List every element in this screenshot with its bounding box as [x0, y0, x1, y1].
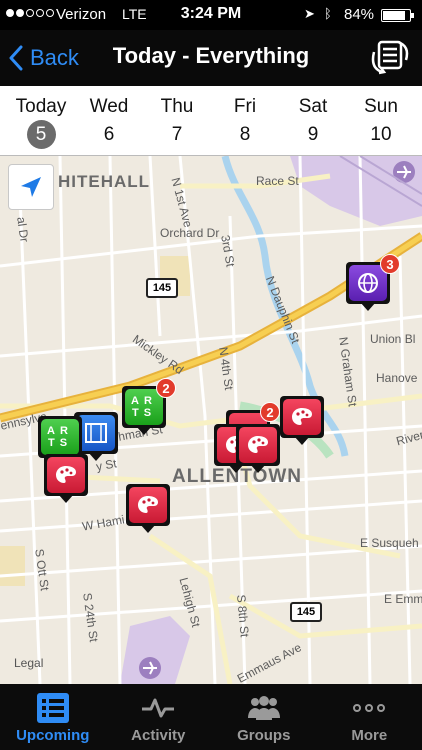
list-swap-icon: [371, 40, 409, 75]
arts-label-bottom: TS: [131, 407, 157, 419]
arts-label-top: AR: [131, 395, 157, 407]
legal-link[interactable]: Legal: [14, 656, 43, 670]
event-count-badge: 2: [260, 402, 280, 422]
day-number: 7: [171, 124, 183, 145]
page-title: Today - Everything: [112, 43, 310, 68]
palette-icon: [47, 457, 85, 493]
tab-label: Upcoming: [16, 727, 90, 744]
day-name: Fri: [233, 96, 257, 117]
film-icon: [77, 415, 115, 451]
day-selector: Today 5 Wed 6 Thu 7 Fri 8 Sat 9 Sun 10: [0, 86, 422, 156]
tab-label: Activity: [131, 727, 186, 744]
status-bar: Verizon LTE 3:24 PM ➤ ᛒ 84%: [0, 0, 422, 30]
day-sat[interactable]: Sat 9: [280, 86, 346, 155]
palette-icon: [239, 427, 277, 463]
tab-upcoming[interactable]: Upcoming: [0, 684, 106, 750]
locate-me-button[interactable]: [8, 164, 54, 210]
tab-activity[interactable]: Activity: [106, 684, 212, 750]
day-thu[interactable]: Thu 7: [144, 86, 210, 155]
street-label: Race St: [256, 174, 299, 188]
event-pin-arts[interactable]: AR TS 2: [122, 378, 176, 436]
route-shield-icon: 145: [146, 278, 178, 298]
street-label: Orchard Dr: [160, 226, 220, 240]
tab-label: More: [351, 727, 388, 744]
groups-icon: [244, 692, 284, 724]
palette-icon: [129, 487, 167, 523]
bluetooth-icon: ᛒ: [324, 6, 332, 21]
arts-icon: AR TS: [41, 419, 79, 455]
day-name: Today: [15, 96, 67, 117]
event-pin-palette[interactable]: [280, 396, 324, 446]
day-number: 10: [370, 124, 392, 145]
more-icon: [349, 692, 389, 724]
navigation-bar: Back Today - Everything: [0, 30, 422, 86]
tab-label: Groups: [237, 727, 291, 744]
arts-icon: AR TS: [125, 389, 163, 425]
event-pin-palette[interactable]: [44, 454, 88, 504]
arts-label-bottom: TS: [47, 437, 73, 449]
event-pin-globe[interactable]: 3: [346, 254, 400, 312]
event-pin-palette[interactable]: [236, 424, 280, 474]
day-wed[interactable]: Wed 6: [76, 86, 142, 155]
event-count-badge: 3: [380, 254, 400, 274]
arts-label-top: AR: [47, 425, 73, 437]
battery-percent: 84%: [344, 6, 375, 23]
street-label: Hanove: [376, 371, 418, 385]
district-label: HITEHALL: [58, 172, 151, 191]
day-name: Sun: [364, 96, 398, 117]
events-map[interactable]: Race St N 1st Ave Orchard Dr 3rd St N Da…: [0, 156, 422, 684]
event-pin-palette[interactable]: [126, 484, 170, 534]
event-count-badge: 2: [156, 378, 176, 398]
globe-icon: [349, 265, 387, 301]
tab-groups[interactable]: Groups: [211, 684, 317, 750]
street-label: E Emm: [384, 592, 422, 606]
day-name: Sat: [298, 96, 328, 117]
day-number: 6: [103, 124, 115, 145]
pulse-icon: [138, 692, 178, 724]
battery-icon: [381, 9, 414, 22]
street-label: E Susqueh: [360, 536, 419, 550]
day-today[interactable]: Today 5: [8, 86, 74, 155]
day-number: 9: [307, 124, 319, 145]
location-arrow-icon: ➤: [304, 6, 315, 21]
tab-bar: Upcoming Activity Groups More: [0, 684, 422, 750]
palette-icon: [283, 399, 321, 435]
day-number: 5: [26, 120, 56, 149]
list-icon: [33, 692, 73, 724]
street-label: Union Bl: [370, 332, 416, 346]
day-name: Thu: [160, 96, 194, 117]
navigation-arrow-icon: [21, 177, 41, 197]
day-fri[interactable]: Fri 8: [212, 86, 278, 155]
route-shield-icon: 145: [290, 602, 322, 622]
day-name: Wed: [89, 96, 129, 117]
day-sun[interactable]: Sun 10: [348, 86, 414, 155]
list-toggle-button[interactable]: [368, 38, 412, 78]
day-number: 8: [239, 124, 251, 145]
tab-more[interactable]: More: [317, 684, 422, 750]
